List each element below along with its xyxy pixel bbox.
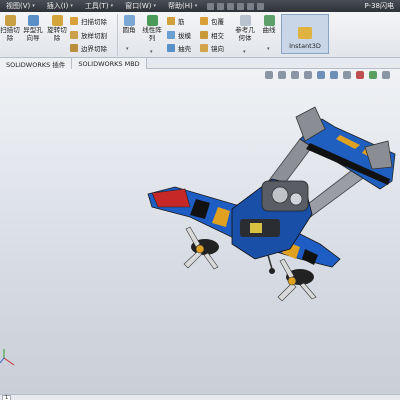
wrap-button[interactable]: 包覆 <box>200 16 224 26</box>
right-spinner <box>287 276 297 286</box>
command-tabs: SOLIDWORKS 插件 SOLIDWORKS MBD <box>0 58 400 69</box>
undo-icon[interactable] <box>247 2 255 10</box>
intersect-button[interactable]: 相交 <box>200 30 224 40</box>
lofted-cut-icon <box>70 31 78 39</box>
reference-geometry-button[interactable]: 参考几 何体 <box>232 15 258 42</box>
swept-cut-button[interactable]: 扫描切 除 <box>0 15 20 42</box>
swept-cut-small-icon <box>70 17 78 25</box>
menu-bar: 视图(V) ▾ 插入(I) ▾ 工具(T) ▾ 窗口(W) ▾ 帮助(H) ▾ P-38闪… <box>0 0 400 12</box>
tab-solidworks-mbd[interactable]: SOLIDWORKS MBD <box>72 58 147 69</box>
boundary-cut-icon <box>70 44 78 52</box>
nose-gear <box>267 254 273 270</box>
reference-dropdown-icon[interactable]: ▾ <box>243 49 246 55</box>
z-axis <box>0 357 5 364</box>
quick-access-toolbar <box>207 2 265 10</box>
engine-cylinder-2 <box>289 192 303 206</box>
command-manager-ribbon: 扫描切 除 异型孔 向导 旋转切 除 扫描切除 放样切割 边界切除 圆角 ▾ 线… <box>0 12 400 58</box>
right-prop-blade-2 <box>277 282 297 302</box>
fillet-dropdown-icon[interactable]: ▾ <box>126 46 129 52</box>
x-axis <box>3 357 15 366</box>
left-spinner <box>195 244 205 254</box>
cockpit-detail <box>250 223 262 233</box>
pattern-dropdown-icon[interactable]: ▾ <box>150 49 153 55</box>
shell-icon <box>167 44 175 52</box>
left-prop-blade-3 <box>203 252 219 270</box>
curves-button[interactable]: 曲线 <box>258 15 280 35</box>
right-prop-blade-3 <box>299 282 317 300</box>
shell-button[interactable]: 抽壳 <box>167 43 191 53</box>
revolved-cut-icon <box>51 15 63 26</box>
instant3d-icon <box>298 27 312 39</box>
engine-cylinder <box>271 186 289 204</box>
menu-tools[interactable]: 工具(T) ▾ <box>79 0 119 12</box>
rib-icon <box>167 17 175 25</box>
menu-window[interactable]: 窗口(W) ▾ <box>119 0 162 12</box>
swept-cut-icon <box>4 15 16 26</box>
options-icon[interactable] <box>257 2 265 10</box>
fillet-icon <box>123 15 135 26</box>
lofted-cut-button[interactable]: 放样切割 <box>70 30 107 40</box>
new-icon[interactable] <box>207 2 215 10</box>
menu-help[interactable]: 帮助(H) ▾ <box>162 0 203 12</box>
linear-pattern-button[interactable]: 线性阵 列 <box>140 15 164 42</box>
rib-button[interactable]: 筋 <box>167 16 185 26</box>
curves-dropdown-icon[interactable]: ▾ <box>267 46 270 52</box>
tab-solidworks-addins[interactable]: SOLIDWORKS 插件 <box>0 58 73 69</box>
hole-wizard-icon <box>27 15 39 26</box>
fillet-button[interactable]: 圆角 <box>118 15 140 35</box>
sheet-tab[interactable]: 1 <box>2 395 12 400</box>
linear-pattern-icon <box>146 15 158 26</box>
print-icon[interactable] <box>237 2 245 10</box>
draft-icon <box>167 31 175 39</box>
mirror-icon <box>200 44 208 52</box>
boundary-cut-button[interactable]: 边界切除 <box>70 43 107 53</box>
intersect-icon <box>200 31 208 39</box>
left-prop-blade-2 <box>183 250 203 269</box>
reference-geometry-icon <box>239 15 251 26</box>
wrap-icon <box>200 17 208 25</box>
draft-button[interactable]: 拔模 <box>167 30 191 40</box>
document-title: P-38闪电 <box>364 2 394 10</box>
swept-cut-small-button[interactable]: 扫描切除 <box>70 16 107 26</box>
mirror-button[interactable]: 镜向 <box>200 43 224 53</box>
curves-icon <box>263 15 275 26</box>
menu-view[interactable]: 视图(V) ▾ <box>0 0 41 12</box>
menu-insert[interactable]: 插入(I) ▾ <box>41 0 79 12</box>
nose-wheel <box>269 268 275 274</box>
model-tabs-bar: 1 <box>0 394 400 400</box>
p38-aircraft-model[interactable] <box>0 69 400 394</box>
save-icon[interactable] <box>227 2 235 10</box>
open-icon[interactable] <box>217 2 225 10</box>
graphics-area[interactable] <box>0 69 400 394</box>
instant3d-button[interactable]: Instant3D <box>281 14 329 54</box>
revolved-cut-button[interactable]: 旋转切 除 <box>46 15 68 42</box>
hole-wizard-button[interactable]: 异型孔 向导 <box>20 15 46 42</box>
